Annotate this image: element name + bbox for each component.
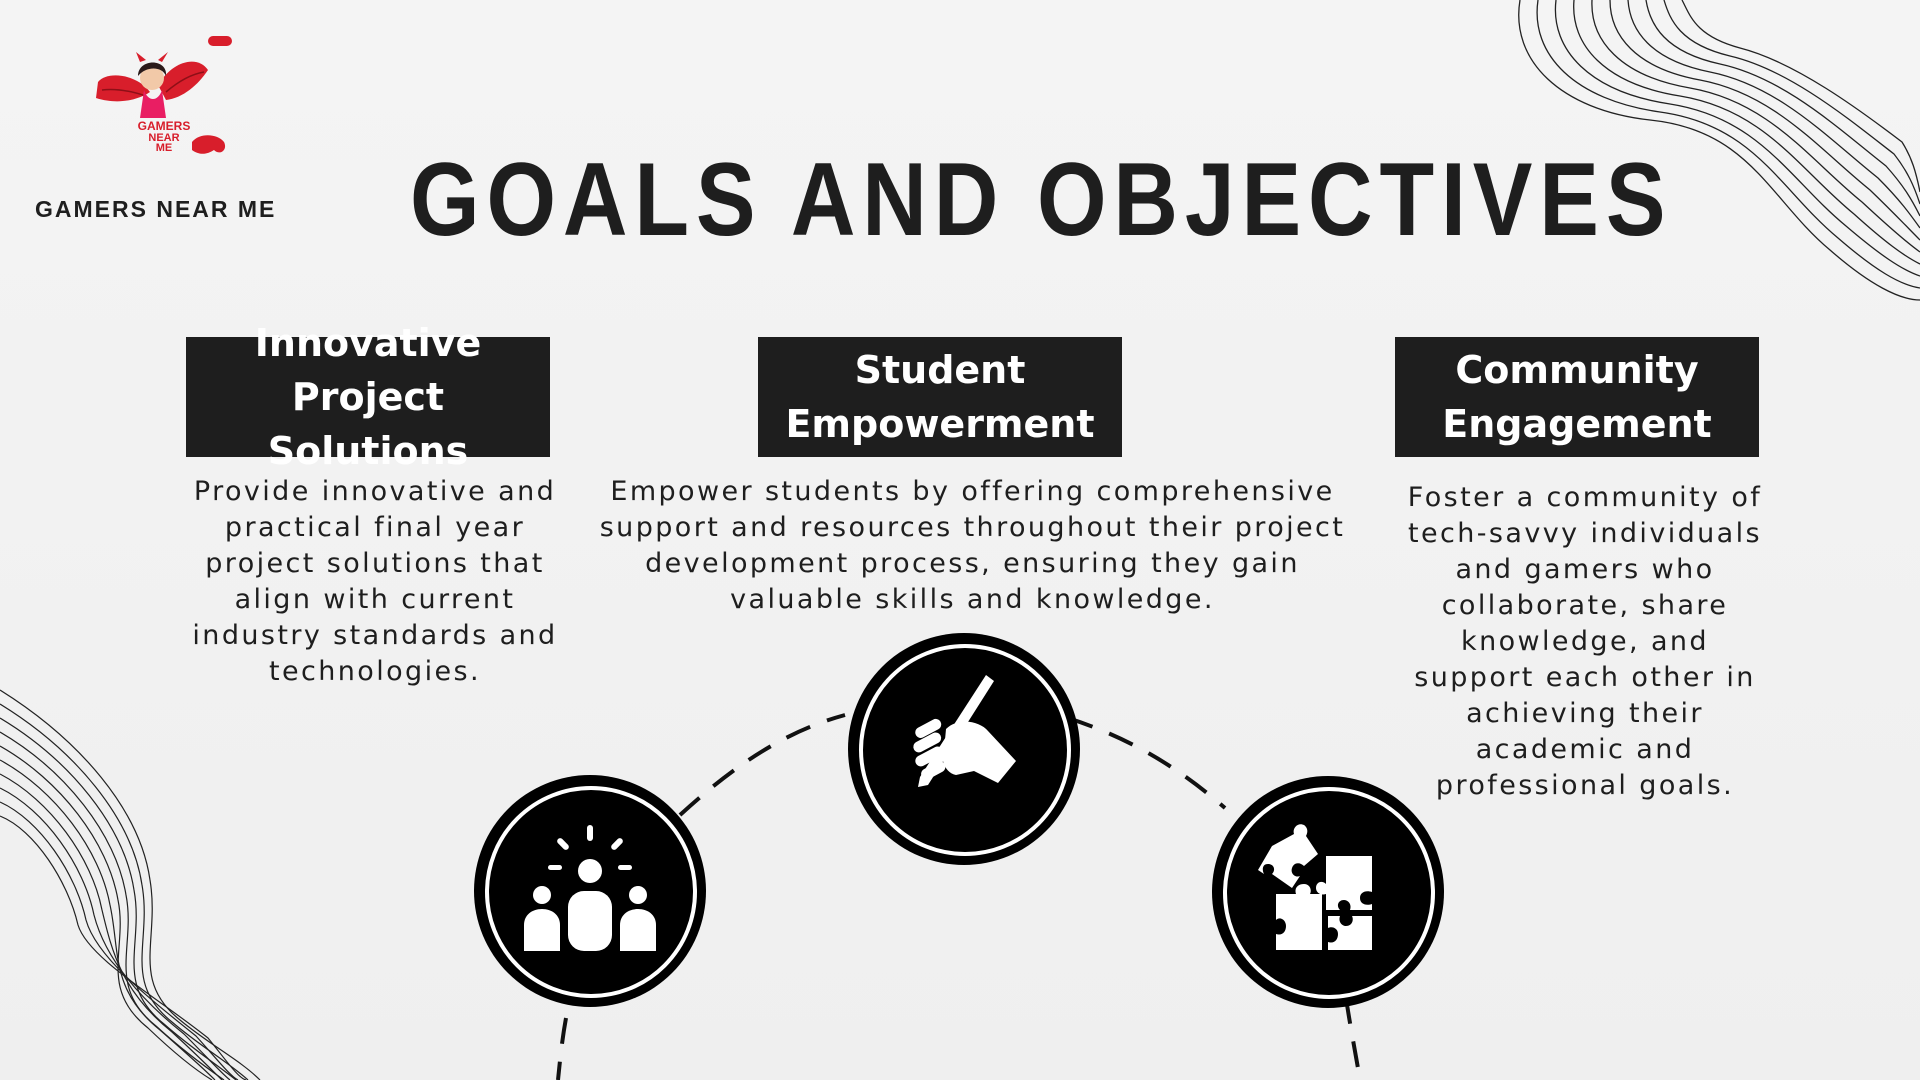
puzzle-icon-circle	[1212, 776, 1444, 1008]
team-icon	[524, 825, 656, 951]
hand-holding-pen-icon	[913, 675, 1016, 787]
description-community-engagement: Foster a community of tech-savvy individ…	[1407, 482, 1763, 801]
description-innovative-project-solutions: Provide innovative and practical final y…	[192, 476, 558, 687]
hand-pen-icon-circle	[848, 633, 1080, 865]
heading-community-engagement: Community Engagement	[1395, 337, 1759, 457]
heading-innovative-project-solutions: Innovative Project Solutions	[186, 321, 550, 473]
puzzle-icon	[1258, 824, 1372, 950]
description-student-empowerment: Empower students by offering comprehensi…	[599, 476, 1346, 615]
team-icon-circle	[474, 775, 706, 1007]
heading-student-empowerment: Student Empowerment	[758, 337, 1122, 457]
